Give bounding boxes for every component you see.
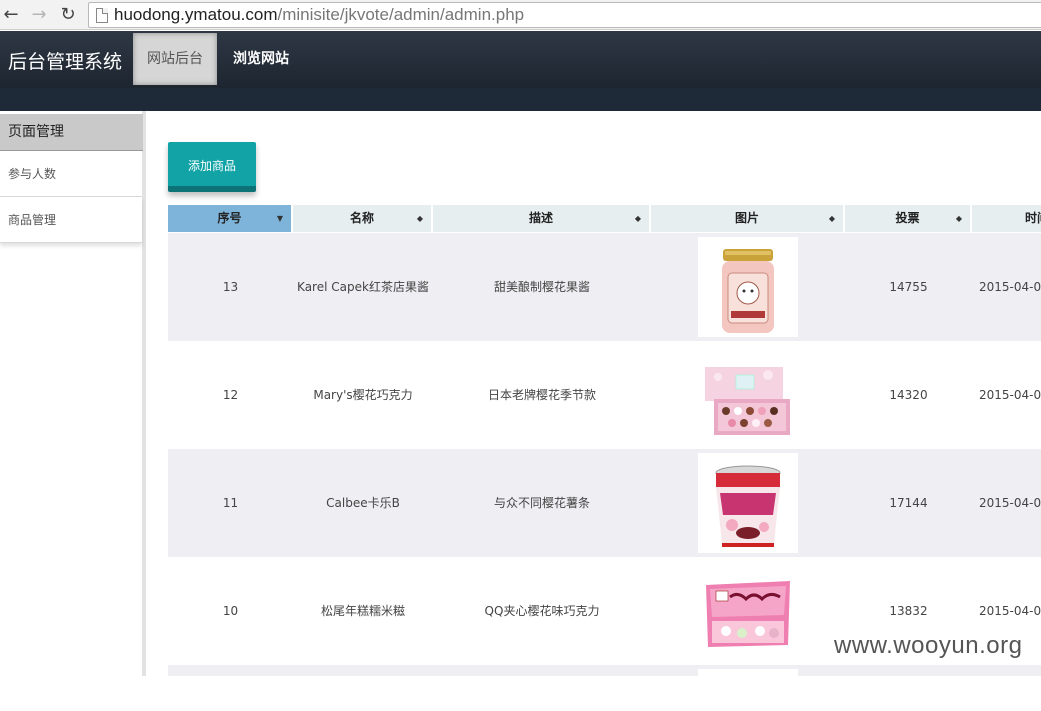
cell-votes: 14320: [889, 388, 928, 402]
sakura-mochi-bag-image[interactable]: [698, 561, 798, 661]
sidebar-item-participants[interactable]: 参与人数: [0, 151, 142, 197]
watermark: www.wooyun.org: [834, 632, 1023, 659]
page-icon: [96, 8, 108, 23]
brand-title: 后台管理系统: [8, 51, 123, 73]
cell-name: 松尾年糕糯米糍: [320, 604, 405, 618]
navbar-subbar: [0, 88, 1041, 111]
column-label: 时间: [1025, 211, 1041, 225]
partial-image: [698, 669, 798, 676]
cell-id: 12: [222, 388, 239, 402]
cell-time: 2015-04-03: [979, 388, 1041, 402]
table-row: [168, 665, 1041, 676]
sidebar-item-products[interactable]: 商品管理: [0, 197, 142, 243]
cell-name: Mary's樱花巧克力: [313, 388, 413, 402]
nav-tab-admin[interactable]: 网站后台: [133, 33, 217, 85]
cell-desc: 与众不同樱花薯条: [493, 496, 590, 510]
column-label: 序号: [217, 211, 242, 225]
column-header-image[interactable]: 图片 ◆: [651, 205, 845, 232]
sort-both-icon: ◆: [955, 214, 962, 223]
cell-id: 13: [222, 280, 239, 294]
cell-image: [651, 233, 845, 341]
url-text: huodong.ymatou.com/minisite/jkvote/admin…: [114, 5, 524, 25]
table-header: 序号 ▼ 名称 ◆ 描述 ◆ 图片 ◆ 投票 ◆ 时间: [168, 205, 1041, 232]
cell-image: [651, 449, 845, 557]
url-host: huodong.ymatou.com: [114, 5, 278, 24]
top-navbar: 后台管理系统 网站后台 浏览网站: [0, 31, 1041, 88]
cell-desc: QQ夹心樱花味巧克力: [484, 604, 600, 618]
sort-both-icon: ◆: [634, 214, 641, 223]
sidebar-header[interactable]: 页面管理: [0, 114, 143, 151]
cell-image: [651, 341, 845, 449]
forward-arrow-icon[interactable]: →: [28, 4, 50, 26]
sort-both-icon: ◆: [416, 214, 423, 223]
sakura-chocolate-box-image[interactable]: [698, 345, 798, 445]
cell-time: 2015-04-03: [979, 280, 1041, 294]
column-label: 描述: [528, 211, 553, 225]
cell-id: 11: [222, 496, 239, 510]
cell-time: 2015-04-03: [979, 496, 1041, 510]
column-label: 投票: [895, 211, 920, 225]
sort-both-icon: ◆: [828, 214, 835, 223]
table-row: 13 Karel Capek红茶店果酱 甜美酿制樱花果酱 14755 2015-…: [168, 233, 1041, 341]
back-arrow-icon[interactable]: ←: [0, 4, 22, 26]
sort-desc-icon: ▼: [276, 214, 283, 223]
table-row: 12 Mary's樱花巧克力 日本老牌樱花季节款 14320 2015-04-0: [168, 341, 1041, 449]
cell-image: [651, 557, 845, 665]
address-bar[interactable]: huodong.ymatou.com/minisite/jkvote/admin…: [88, 2, 1041, 28]
cell-name: Calbee卡乐B: [326, 496, 400, 510]
column-header-desc[interactable]: 描述 ◆: [433, 205, 651, 232]
reload-icon[interactable]: ↻: [57, 4, 79, 26]
browser-toolbar: ← → ↻ huodong.ymatou.com/minisite/jkvote…: [0, 0, 1041, 30]
sakura-jam-jar-image[interactable]: [698, 237, 798, 337]
column-header-votes[interactable]: 投票 ◆: [845, 205, 972, 232]
column-header-name[interactable]: 名称 ◆: [293, 205, 433, 232]
column-label: 图片: [734, 211, 759, 225]
cell-votes: 17144: [889, 496, 928, 510]
cell-votes: 14755: [889, 280, 928, 294]
cell-name: Karel Capek红茶店果酱: [297, 280, 429, 294]
cell-desc: 甜美酿制樱花果酱: [493, 280, 590, 294]
column-header-id[interactable]: 序号 ▼: [168, 205, 293, 232]
cell-id: 10: [222, 604, 239, 618]
column-label: 名称: [349, 211, 374, 225]
cell-desc: 日本老牌樱花季节款: [487, 388, 596, 402]
nav-tab-browse-site[interactable]: 浏览网站: [222, 33, 300, 85]
url-path: /minisite/jkvote/admin/admin.php: [277, 5, 525, 24]
add-product-button[interactable]: 添加商品: [168, 142, 256, 192]
table-row: 11 Calbee卡乐B 与众不同樱花薯条 17144 2015-04-03: [168, 449, 1041, 557]
column-header-time[interactable]: 时间: [972, 205, 1041, 232]
sidebar: 页面管理 参与人数 商品管理: [0, 111, 146, 676]
calbee-cup-image[interactable]: [698, 453, 798, 553]
